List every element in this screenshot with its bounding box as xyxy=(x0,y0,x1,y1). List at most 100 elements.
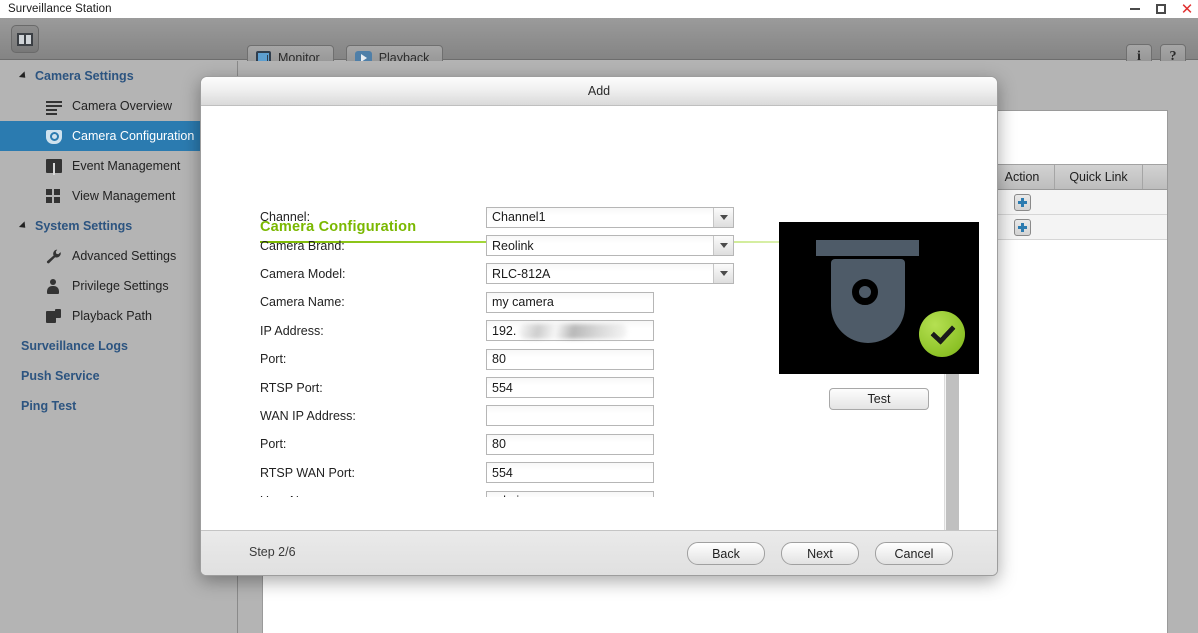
label-wan-ip-address: WAN IP Address: xyxy=(260,408,356,423)
label-channel: Channel: xyxy=(260,210,311,225)
dialog-titlebar: Add xyxy=(201,77,997,106)
chevron-down-icon[interactable] xyxy=(713,207,733,227)
form-row-rtsp-wan-port: RTSP WAN Port: 554 xyxy=(260,459,755,487)
camera-name-input[interactable]: my camera xyxy=(486,291,654,313)
user-name-input[interactable]: admin xyxy=(486,490,654,497)
user-name-input-value: admin xyxy=(492,494,526,497)
camera-brand-select[interactable]: Reolink xyxy=(486,235,734,257)
wan-port-input[interactable]: 80 xyxy=(486,433,654,455)
wrench-icon xyxy=(46,249,62,264)
window-title: Surveillance Station xyxy=(8,3,112,15)
label-camera-model: Camera Model: xyxy=(260,266,346,281)
dome-camera-icon-mount xyxy=(816,240,919,256)
os-titlebar: Surveillance Station ✕ xyxy=(0,0,1198,18)
label-rtsp-wan-port: RTSP WAN Port: xyxy=(260,465,355,480)
rtsp-port-input[interactable]: 554 xyxy=(486,377,654,399)
channel-select-value: Channel1 xyxy=(492,210,546,225)
maximize-button[interactable] xyxy=(1154,2,1168,16)
layout-toggle-button[interactable] xyxy=(11,25,39,53)
minimize-button[interactable] xyxy=(1128,2,1142,16)
form-row-wan-port: Port: 80 xyxy=(260,430,755,458)
port-input[interactable]: 80 xyxy=(486,348,654,370)
dialog-title: Add xyxy=(587,84,611,98)
channel-select[interactable]: Channel1 xyxy=(486,206,734,228)
ip-address-input[interactable]: 192. xyxy=(486,320,654,342)
next-button[interactable]: Next xyxy=(781,542,859,565)
form-row-channel: Channel: Channel1 xyxy=(260,203,755,231)
label-ip-address: IP Address: xyxy=(260,323,324,338)
form-row-camera-name: Camera Name: my camera xyxy=(260,288,755,316)
ip-address-input-value: 192. xyxy=(492,323,517,338)
camera-preview xyxy=(779,222,979,374)
cancel-button[interactable]: Cancel xyxy=(875,542,953,565)
label-camera-name: Camera Name: xyxy=(260,295,345,310)
chevron-down-icon[interactable] xyxy=(713,236,733,256)
form-row-camera-model: Camera Model: RLC-812A xyxy=(260,260,755,288)
sidebar-link-label-push-service: Push Service xyxy=(21,369,100,383)
rtsp-port-input-value: 554 xyxy=(492,380,513,395)
form-row-user-name: User Name: admin xyxy=(260,487,755,497)
label-user-name: User Name: xyxy=(260,494,486,497)
label-port: Port: xyxy=(260,352,287,367)
form-row-ip-address: IP Address: 192. xyxy=(260,317,755,345)
camera-config-form: Channel: Channel1 Camera Brand: Reolink … xyxy=(260,203,755,497)
close-button[interactable]: ✕ xyxy=(1180,0,1194,18)
plus-icon[interactable] xyxy=(1014,218,1031,236)
overview-icon xyxy=(46,99,62,114)
camera-brand-select-value: Reolink xyxy=(492,238,534,253)
test-button[interactable]: Test xyxy=(829,388,929,410)
sidebar-item-label-camera-configuration: Camera Configuration xyxy=(72,129,195,143)
window-controls: ✕ xyxy=(1128,0,1194,18)
port-input-value: 80 xyxy=(492,352,506,367)
rtsp-wan-port-input[interactable]: 554 xyxy=(486,462,654,484)
sidebar-group-label-camera-settings: Camera Settings xyxy=(35,69,134,83)
camera-name-input-value: my camera xyxy=(492,295,554,310)
event-icon xyxy=(46,159,62,173)
sidebar-item-label-camera-overview: Camera Overview xyxy=(72,99,173,113)
maximize-icon xyxy=(1156,4,1166,14)
close-icon: ✕ xyxy=(1180,0,1194,18)
minimize-icon xyxy=(1130,8,1140,10)
sidebar-item-label-playback-path: Playback Path xyxy=(72,309,152,323)
sidebar-item-label-privilege-settings: Privilege Settings xyxy=(72,279,169,293)
camera-preview-section: Test xyxy=(779,222,979,410)
form-row-port: Port: 80 xyxy=(260,345,755,373)
back-button[interactable]: Back xyxy=(687,542,765,565)
surveillance-station-window: Surveillance Station ✕ Monitor Playback … xyxy=(0,0,1198,633)
rtsp-wan-port-input-value: 554 xyxy=(492,465,513,480)
playback-icon xyxy=(46,309,62,323)
camera-model-select[interactable]: RLC-812A xyxy=(486,263,734,285)
chevron-down-icon xyxy=(18,71,29,81)
person-icon xyxy=(46,278,62,294)
chevron-down-icon[interactable] xyxy=(713,264,733,284)
layout-icon xyxy=(17,32,33,46)
green-check-icon xyxy=(919,311,965,357)
app-toolbar: Monitor Playback i ? xyxy=(0,18,1198,70)
chevron-down-icon xyxy=(18,221,29,231)
dialog-action-buttons: Back Next Cancel xyxy=(687,542,953,565)
table-cell-action xyxy=(990,193,1055,211)
add-camera-dialog: Add Camera Configuration Channel: Channe… xyxy=(200,76,998,576)
dialog-body: Camera Configuration Channel: Channel1 C… xyxy=(201,107,997,575)
form-row-rtsp-port: RTSP Port: 554 xyxy=(260,373,755,401)
column-header-quick-link[interactable]: Quick Link xyxy=(1055,165,1143,189)
column-header-action[interactable]: Action xyxy=(990,165,1055,189)
sidebar-item-label-event-management: Event Management xyxy=(72,159,181,173)
redaction-overlay xyxy=(519,324,627,340)
camera-icon xyxy=(46,129,62,144)
step-indicator: Step 2/6 xyxy=(249,545,296,559)
sidebar-link-label-ping-test: Ping Test xyxy=(21,399,77,413)
sidebar-item-label-advanced-settings: Advanced Settings xyxy=(72,249,177,263)
table-cell-action xyxy=(990,218,1055,236)
plus-icon[interactable] xyxy=(1014,193,1031,211)
label-wan-port: Port: xyxy=(260,437,287,452)
label-camera-brand: Camera Brand: xyxy=(260,238,345,253)
sidebar-group-label-system-settings: System Settings xyxy=(35,219,133,233)
form-row-camera-brand: Camera Brand: Reolink xyxy=(260,231,755,259)
sidebar-item-label-view-management: View Management xyxy=(72,189,176,203)
dome-camera-icon-lens xyxy=(852,279,878,305)
wan-port-input-value: 80 xyxy=(492,437,506,452)
camera-model-select-value: RLC-812A xyxy=(492,266,551,281)
grid-icon xyxy=(46,189,62,203)
wan-ip-address-input[interactable] xyxy=(486,405,654,427)
